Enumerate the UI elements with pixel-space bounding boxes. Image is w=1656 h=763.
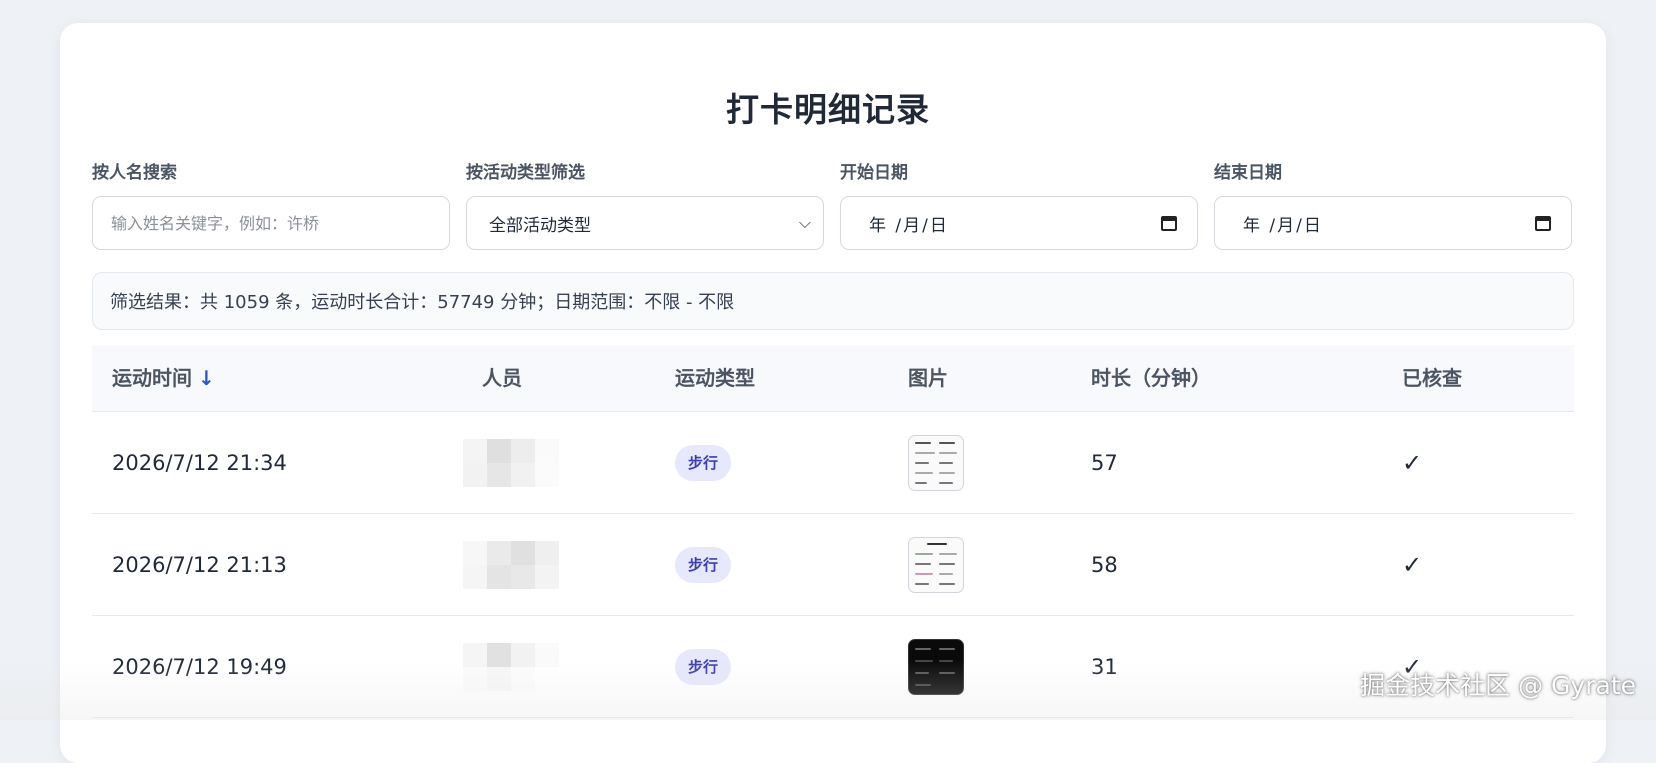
sort-desc-icon[interactable]: ↓ [198,366,215,390]
type-filter-label: 按活动类型筛选 [466,163,585,183]
end-date-label: 结束日期 [1214,163,1282,183]
start-date-value: 年 /月/日 [869,215,949,236]
start-date-input[interactable]: 年 /月/日 [840,196,1198,250]
screenshot-thumbnail[interactable] [908,638,964,695]
end-date-value: 年 /月/日 [1243,215,1323,236]
activity-type-badge: 步行 [675,546,732,583]
header-checked: 已核查 [1402,366,1462,390]
header-time[interactable]: 运动时间 ↓ [112,345,215,411]
activity-type-select[interactable]: 全部活动类型 ⌵ [466,196,824,250]
end-date-input[interactable]: 年 /月/日 [1214,196,1572,250]
watermark: 掘金技术社区 @ Gyrate [1360,671,1636,700]
screenshot-thumbnail[interactable] [908,434,964,491]
type-filter: 按活动类型筛选 全部活动类型 ⌵ [466,160,824,250]
header-duration: 时长（分钟） [1091,366,1211,390]
person-avatar-blurred [463,412,559,513]
calendar-icon[interactable] [1161,215,1177,231]
end-date-filter: 结束日期 年 /月/日 [1214,160,1572,250]
name-search-input[interactable] [109,212,433,234]
name-search-field[interactable] [92,196,450,250]
name-filter-label: 按人名搜索 [92,163,177,183]
person-avatar-blurred [463,514,559,615]
header-type: 运动类型 [675,366,755,390]
table-row[interactable]: 2026/7/12 21:13 步行 58 ✓ [92,514,1574,616]
row-duration: 31 [1091,654,1118,679]
filter-summary: 筛选结果：共 1059 条，运动时长合计：57749 分钟；日期范围：不限 - … [92,272,1574,330]
row-time: 2026/7/12 19:49 [112,654,287,679]
page-title: 打卡明细记录 [726,90,930,129]
header-time-label: 运动时间 [112,366,192,390]
row-time: 2026/7/12 21:34 [112,450,287,475]
row-time: 2026/7/12 21:13 [112,552,287,577]
row-duration: 58 [1091,552,1118,577]
start-date-filter: 开始日期 年 /月/日 [840,160,1198,250]
activity-type-badge: 步行 [675,648,732,685]
header-person: 人员 [482,366,522,390]
filter-bar: 按人名搜索 按活动类型筛选 全部活动类型 ⌵ 开始日期 年 /月/日 结束日期 … [92,160,1574,250]
start-date-label: 开始日期 [840,163,908,183]
person-avatar-blurred [463,616,559,717]
name-filter: 按人名搜索 [92,160,450,250]
header-image: 图片 [908,366,948,390]
screenshot-thumbnail[interactable] [908,536,964,593]
calendar-icon[interactable] [1535,215,1551,231]
table-row[interactable]: 2026/7/12 19:49 步行 31 ✓ [92,616,1574,718]
row-duration: 57 [1091,450,1118,475]
table-header: 运动时间 ↓ 人员 运动类型 图片 时长（分钟） 已核查 [92,345,1574,412]
activity-type-badge: 步行 [675,444,732,481]
chevron-down-icon: ⌵ [798,213,811,232]
checked-mark-icon: ✓ [1402,550,1423,579]
checked-mark-icon: ✓ [1402,448,1423,477]
table-row[interactable]: 2026/7/12 21:34 步行 57 ✓ [92,412,1574,514]
records-table: 运动时间 ↓ 人员 运动类型 图片 时长（分钟） 已核查 2026/7/12 21… [92,345,1574,718]
activity-type-selected: 全部活动类型 [489,215,591,236]
